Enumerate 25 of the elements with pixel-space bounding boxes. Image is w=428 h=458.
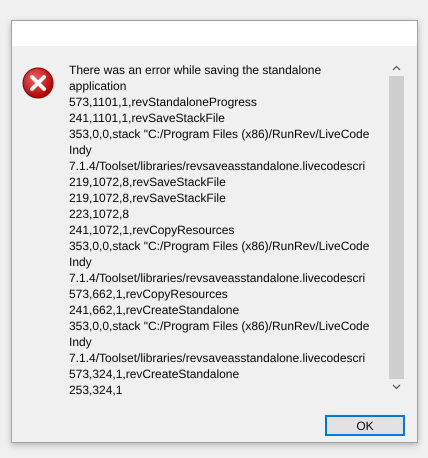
message-text: Indy bbox=[69, 254, 93, 270]
scroll-down-icon[interactable] bbox=[392, 384, 401, 390]
message-text: 253,324,1 bbox=[69, 382, 124, 397]
scroll-up-icon[interactable] bbox=[392, 65, 401, 71]
message-text: 573,324,1,revCreateStandalone bbox=[69, 366, 240, 382]
message-text: 241,1101,1,revSaveStackFile bbox=[69, 110, 226, 126]
message-text: 219,1072,8,revSaveStackFile bbox=[69, 190, 227, 206]
ok-button[interactable]: OK bbox=[325, 415, 405, 436]
message-text: 353,0,0,stack "C:/Program Files (x86)/RunRev/LiveCode bbox=[69, 126, 370, 142]
message-text: 573,1101,1,revStandaloneProgress bbox=[69, 94, 258, 110]
message-text: 241,1072,1,revCopyResources bbox=[69, 222, 236, 238]
message-text: 7.1.4/Toolset/libraries/revsaveasstandalone.livecodescri bbox=[69, 158, 366, 174]
message-text: Indy bbox=[69, 334, 93, 350]
message-text: 573,662,1,revCopyResources bbox=[69, 286, 229, 302]
error-icon bbox=[22, 67, 54, 99]
message-text: 353,0,0,stack "C:/Program Files (x86)/RunRev/LiveCode bbox=[69, 238, 370, 254]
message-text: 219,1072,8,revSaveStackFile bbox=[69, 174, 227, 190]
message-text: 223,1072,8 bbox=[69, 206, 130, 222]
message-text: Indy bbox=[69, 142, 93, 158]
message-text: 353,0,0,stack "C:/Program Files (x86)/RunRev/LiveCode bbox=[69, 318, 370, 334]
message-text: application bbox=[69, 78, 128, 94]
message-text: There was an error while saving the standalone bbox=[69, 62, 322, 78]
message-text: 241,662,1,revCreateStandalone bbox=[69, 302, 240, 318]
message-text: 7.1.4/Toolset/libraries/revsaveasstandalone.livecodescri bbox=[69, 350, 366, 366]
message-text: 7.1.4/Toolset/libraries/revsaveasstandalone.livecodescri bbox=[69, 270, 366, 286]
